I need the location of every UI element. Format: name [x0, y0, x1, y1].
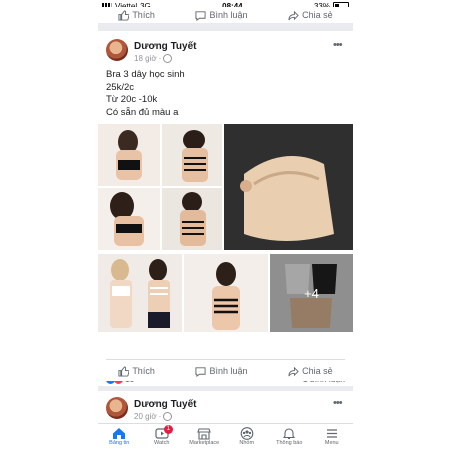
post-action-bar: Thích Bình luận Chia sẻ	[98, 361, 353, 381]
avatar[interactable]	[106, 397, 128, 419]
post-meta: 18 giờ ·	[134, 54, 173, 63]
bell-icon	[283, 428, 296, 440]
more-photos-count: +4	[270, 254, 353, 332]
globe-icon	[163, 54, 173, 63]
post-text-line: 25k/2c	[106, 81, 134, 93]
facebook-app: Viettel 3G 08:44 33% Thích Bình luận Chi…	[98, 0, 353, 450]
post-meta: 20 giờ ·	[134, 412, 173, 421]
share-label: Chia sẻ	[302, 366, 333, 376]
comment-label: Bình luận	[209, 10, 248, 20]
post-text-line: Từ 20c -10k	[106, 94, 158, 105]
tab-notifications[interactable]: Thông báo	[269, 424, 309, 450]
avatar[interactable]	[106, 39, 128, 61]
meta-separator: ·	[158, 54, 162, 63]
post-photo-more[interactable]: +4	[270, 254, 353, 332]
tab-news-feed[interactable]: Bảng tin	[99, 424, 139, 450]
previous-post-action-bar: Thích Bình luận Chia sẻ	[98, 7, 353, 23]
divider	[106, 359, 345, 360]
globe-icon	[163, 412, 173, 421]
comment-icon	[195, 10, 207, 21]
post-text-line: Bra 3 dây học sinh	[106, 69, 185, 80]
tab-groups[interactable]: Nhóm	[227, 424, 267, 450]
tab-label: Bảng tin	[109, 440, 130, 446]
more-options-icon[interactable]: •••	[333, 39, 343, 51]
like-button[interactable]: Thích	[118, 365, 155, 377]
post-author[interactable]: Dương Tuyết	[134, 41, 197, 52]
like-label: Thích	[132, 10, 155, 20]
tab-menu[interactable]: Menu	[312, 424, 352, 450]
post-time[interactable]: 18 giờ	[134, 54, 157, 63]
like-button[interactable]: Thích	[118, 9, 155, 21]
thumbs-up-icon	[118, 9, 130, 21]
thumbs-up-icon	[118, 365, 130, 377]
post-photo[interactable]	[162, 188, 222, 250]
tab-label: Watch	[154, 440, 170, 446]
post-text-line: Có sẵn đủ màu a	[106, 106, 179, 118]
post-photo[interactable]	[162, 124, 222, 186]
groups-icon	[240, 427, 254, 440]
comment-icon	[195, 366, 207, 377]
tab-label: Marketplace	[189, 440, 220, 446]
tab-label: Thông báo	[276, 440, 303, 446]
post-card: Dương Tuyết 18 giờ · ••• Bra 3 dây học s…	[98, 31, 353, 386]
meta-separator: ·	[158, 412, 162, 421]
post-photo[interactable]	[224, 124, 353, 250]
more-options-icon[interactable]: •••	[333, 397, 343, 409]
share-icon	[288, 10, 299, 20]
share-button[interactable]: Chia sẻ	[288, 366, 333, 377]
comment-button[interactable]: Bình luận	[195, 10, 248, 21]
tab-marketplace[interactable]: Marketplace	[184, 424, 224, 450]
comment-label: Bình luận	[209, 366, 248, 376]
bottom-tab-bar: Bảng tin 1 Watch Marketplace Nhóm Thông …	[98, 423, 353, 450]
menu-icon	[326, 429, 337, 438]
post-photo[interactable]	[184, 254, 268, 332]
post-photo[interactable]	[98, 124, 160, 186]
post-time[interactable]: 20 giờ	[134, 412, 157, 421]
notification-badge: 1	[163, 425, 173, 434]
marketplace-icon	[197, 428, 212, 440]
like-label: Thích	[132, 366, 155, 376]
post-text: Bra 3 dây học sinh 25k/2c Từ 20c -10k Có…	[106, 69, 185, 119]
home-icon	[113, 428, 126, 439]
post-author[interactable]: Dương Tuyết	[134, 399, 197, 410]
share-label: Chia sẻ	[302, 10, 333, 20]
tab-watch[interactable]: 1 Watch	[142, 424, 182, 450]
share-icon	[288, 366, 299, 376]
post-photo[interactable]	[98, 254, 182, 332]
tab-label: Menu	[324, 440, 339, 446]
post-photo[interactable]	[98, 188, 160, 250]
share-button[interactable]: Chia sẻ	[288, 10, 333, 21]
comment-button[interactable]: Bình luận	[195, 366, 248, 377]
tab-label: Nhóm	[239, 440, 255, 446]
